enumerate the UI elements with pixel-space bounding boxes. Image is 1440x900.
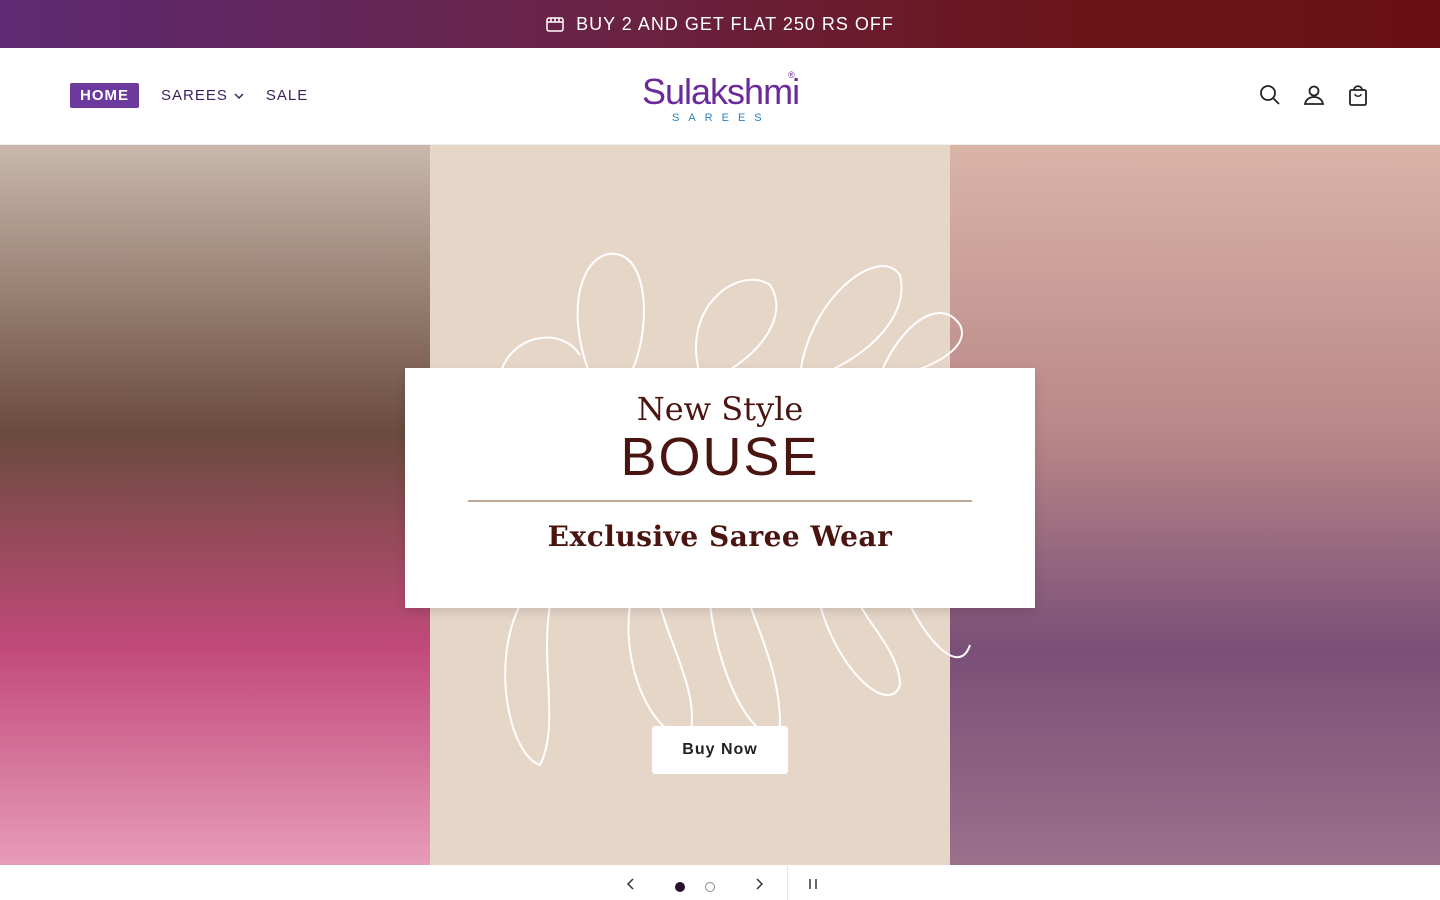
store-icon: [546, 17, 564, 32]
site-header: HOME SAREES SALE Sulakshmi SAREES ®: [0, 48, 1440, 145]
chevron-down-icon: [234, 92, 244, 99]
header-icons: [1238, 83, 1370, 107]
cart-icon[interactable]: [1346, 83, 1370, 107]
hero-title: BOUSE: [620, 427, 820, 487]
pause-icon[interactable]: [806, 877, 820, 891]
nav-item-sarees[interactable]: SAREES: [161, 87, 244, 104]
logo-brand: Sulakshmi: [642, 71, 800, 112]
site-logo[interactable]: Sulakshmi SAREES ®: [642, 70, 802, 128]
hero-subtitle: Exclusive Saree Wear: [547, 520, 893, 553]
logo-registered-mark: ®: [788, 70, 795, 80]
slide-dot-1[interactable]: [675, 882, 685, 892]
search-icon[interactable]: [1258, 83, 1282, 107]
hero-divider: [468, 500, 972, 502]
nav-item-home[interactable]: HOME: [70, 83, 139, 108]
hero-tagline: New Style: [636, 390, 804, 428]
nav-item-label: SAREES: [161, 87, 228, 104]
controls-divider: [787, 866, 788, 900]
chevron-left-icon[interactable]: [622, 876, 640, 892]
main-nav: HOME SAREES SALE: [70, 83, 330, 108]
slideshow-controls: [0, 866, 1440, 900]
flower-decoration-top: [499, 252, 963, 376]
hero-banner: New Style BOUSE Exclusive Saree Wear Buy…: [0, 145, 1440, 865]
buy-now-button[interactable]: Buy Now: [652, 726, 788, 774]
slide-dot-2[interactable]: [705, 882, 715, 892]
announcement-text: BUY 2 AND GET FLAT 250 RS OFF: [576, 13, 894, 34]
logo-subtitle: SAREES: [672, 112, 771, 124]
announcement-bar: BUY 2 AND GET FLAT 250 RS OFF: [0, 0, 1440, 48]
account-icon[interactable]: [1302, 83, 1326, 107]
nav-item-sale[interactable]: SALE: [266, 87, 308, 104]
chevron-right-icon[interactable]: [750, 876, 768, 892]
hero-text-card: New Style BOUSE Exclusive Saree Wear: [405, 368, 1035, 608]
